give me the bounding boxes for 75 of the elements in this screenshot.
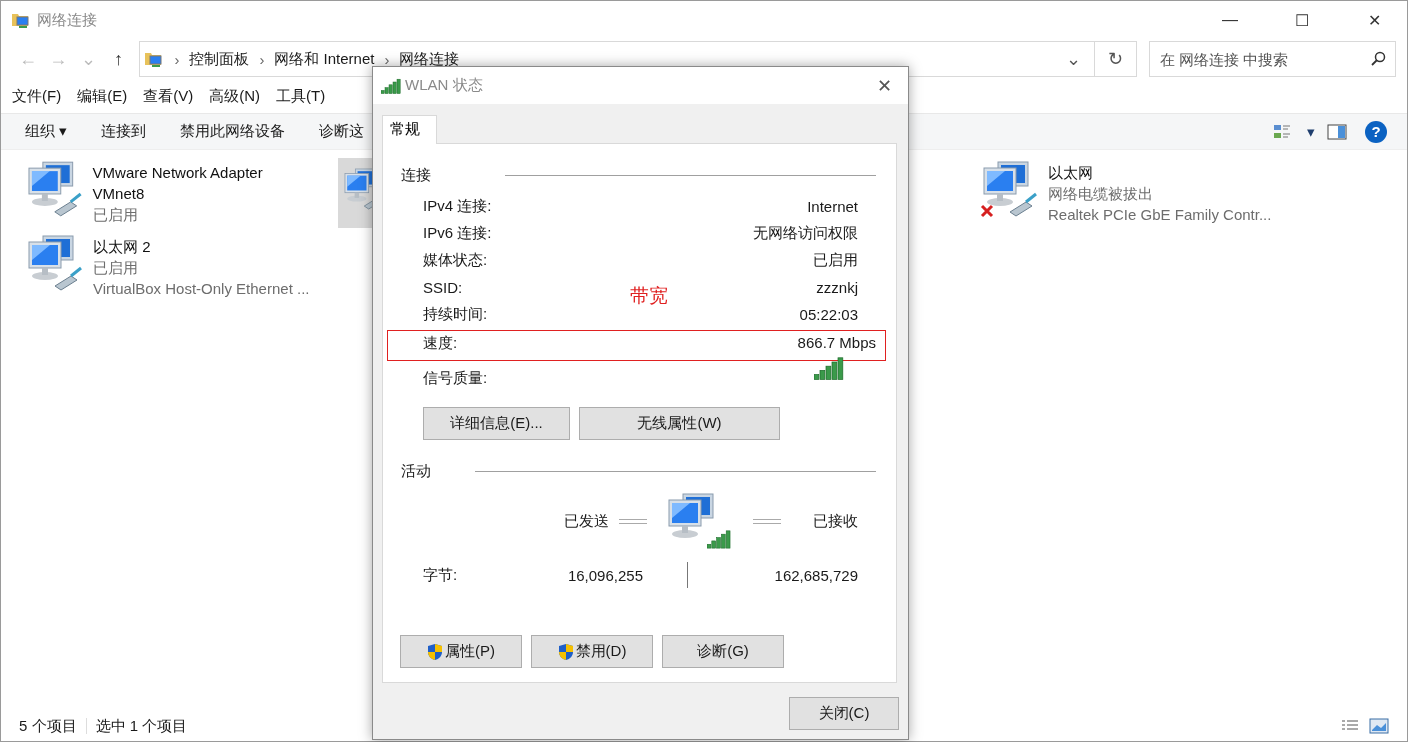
status-label: 持续时间: bbox=[423, 305, 488, 324]
chevron-separator: › bbox=[174, 50, 180, 68]
sent-label: 已发送 bbox=[563, 511, 609, 531]
close-dialog-button[interactable]: 关闭(C) bbox=[789, 697, 899, 730]
large-icons-view-icon[interactable] bbox=[1369, 718, 1389, 734]
bytes-label: 字节: bbox=[423, 565, 459, 585]
search-field[interactable]: 在 网络连接 中搜索 bbox=[1149, 41, 1396, 77]
status-value: 无网络访问权限 bbox=[753, 224, 858, 243]
tab[interactable]: 常规 bbox=[382, 115, 437, 144]
status-value: 已启用 bbox=[813, 251, 858, 270]
help-button[interactable]: ? bbox=[1365, 120, 1387, 143]
status-value: 866.7 Mbps bbox=[797, 334, 876, 351]
preview-pane-icon[interactable] bbox=[1327, 123, 1347, 140]
connection-name: 以太网 bbox=[1048, 163, 1094, 183]
group-title: 活动 bbox=[401, 462, 431, 481]
command-button[interactable]: 诊断这 bbox=[307, 122, 377, 141]
menu-item[interactable]: 工具(T) bbox=[276, 86, 326, 106]
connection-item[interactable]: 以太网 2 已启用 VirtualBox Host-Only Ethernet ... bbox=[21, 232, 321, 301]
breadcrumb[interactable]: 网络连接 bbox=[399, 49, 460, 69]
view-options-button[interactable]: ▾ bbox=[1295, 122, 1327, 141]
status-value: 05:22:03 bbox=[799, 306, 858, 323]
address-dropdown-button[interactable]: ⌄ bbox=[1052, 42, 1094, 76]
dialog-button[interactable]: 详细信息(E)... bbox=[423, 407, 570, 440]
chevron-separator: › bbox=[384, 50, 390, 68]
up-button[interactable]: ↑ bbox=[103, 48, 134, 70]
connection-item[interactable]: 以太网 网络电缆被拔出 Realtek PCIe GbE Family Contr... bbox=[976, 158, 1276, 227]
connection-item[interactable]: VMware Network Adapter VMnet8 已启用 bbox=[21, 158, 321, 227]
received-label: 已接收 bbox=[812, 511, 859, 531]
item-count: 5 个项目 bbox=[19, 716, 77, 736]
dialog-button[interactable]: 属性(P) bbox=[400, 635, 522, 668]
status-label: SSID: bbox=[423, 279, 463, 296]
dialog-button[interactable]: 禁用(D) bbox=[531, 635, 653, 668]
status-label: 信号质量: bbox=[423, 368, 488, 388]
bytes-sent: 16,096,255 bbox=[566, 566, 643, 584]
dialog-title: WLAN 状态 bbox=[405, 76, 484, 95]
chevron-separator: › bbox=[259, 50, 265, 68]
breadcrumb[interactable]: 网络和 Internet bbox=[274, 49, 375, 69]
connection-name: VMware Network Adapter VMnet8 bbox=[92, 163, 264, 204]
bytes-received: 162,685,729 bbox=[773, 566, 859, 584]
search-icon bbox=[1370, 51, 1386, 67]
wifi-signal-icon bbox=[381, 76, 401, 95]
breadcrumb[interactable]: 控制面板 bbox=[189, 49, 250, 69]
annotation-label: 带宽 bbox=[630, 284, 668, 308]
dialog-button[interactable]: 无线属性(W) bbox=[579, 407, 780, 440]
shield-icon bbox=[427, 642, 443, 661]
menu-item[interactable]: 文件(F) bbox=[12, 86, 62, 106]
connection-status: 网络电缆被拔出 bbox=[1048, 184, 1154, 204]
shield-icon bbox=[557, 642, 574, 661]
status-value: Internet bbox=[807, 198, 858, 215]
connection-device: Realtek PCIe GbE Family Contr... bbox=[1048, 205, 1272, 225]
command-button[interactable]: 组织 ▾ bbox=[13, 122, 80, 141]
refresh-button[interactable]: ↻ bbox=[1094, 42, 1136, 76]
close-button[interactable]: ✕ bbox=[871, 74, 898, 97]
minimize-button[interactable]: — bbox=[1197, 10, 1263, 30]
maximize-button[interactable]: ☐ bbox=[1269, 9, 1335, 31]
menu-item[interactable]: 高级(N) bbox=[209, 86, 260, 106]
menu-item[interactable]: 查看(V) bbox=[143, 86, 194, 106]
status-label: IPv6 连接: bbox=[423, 224, 492, 243]
menu-item[interactable]: 编辑(E) bbox=[77, 86, 128, 106]
command-button[interactable]: 连接到 bbox=[89, 122, 159, 141]
status-label: IPv4 连接: bbox=[423, 197, 492, 216]
connection-status: 已启用 bbox=[92, 205, 139, 225]
selection-count: 选中 1 个项目 bbox=[95, 716, 188, 736]
dialog-button[interactable]: 诊断(G) bbox=[662, 635, 784, 668]
status-label: 媒体状态: bbox=[423, 251, 488, 270]
command-button[interactable]: 禁用此网络设备 bbox=[168, 122, 298, 141]
group-title: 连接 bbox=[401, 166, 431, 185]
close-button[interactable]: ✕ bbox=[1341, 9, 1407, 31]
status-value: zzznkj bbox=[816, 279, 858, 296]
status-label: 速度: bbox=[423, 334, 458, 353]
window-title: 网络连接 bbox=[37, 10, 98, 30]
change-view-icon[interactable] bbox=[1273, 122, 1291, 141]
connection-status: 已启用 bbox=[93, 258, 139, 278]
connection-name: 以太网 2 bbox=[93, 237, 152, 257]
connection-device: VirtualBox Host-Only Ethernet ... bbox=[93, 279, 310, 299]
